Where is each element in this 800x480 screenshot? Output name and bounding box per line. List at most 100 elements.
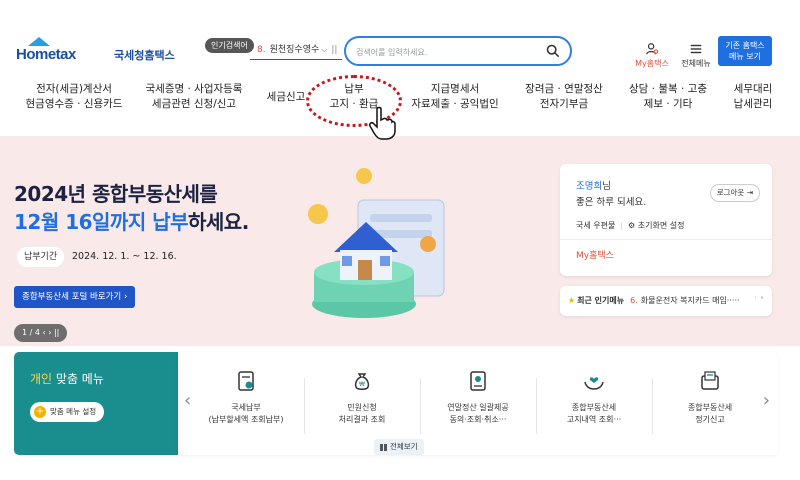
view-all-button[interactable]: 전체보기 <box>374 439 424 455</box>
document-check-icon <box>238 371 254 391</box>
hands-heart-icon <box>584 377 604 390</box>
popular-search-label: 인기검색어 <box>205 38 254 53</box>
personal-menu-panel: 개인 맞춤 메뉴 + 맞춤 메뉴 설정 <box>14 352 178 455</box>
nav-item-incentives[interactable]: 장려금 · 연말정산 전자기부금 <box>516 82 612 112</box>
hand-pointer-icon <box>369 106 396 140</box>
payment-period-tag: 납부기간 <box>16 246 66 268</box>
all-menu-label: 전체메뉴 <box>681 59 711 68</box>
logout-button[interactable]: 로그아웃 ⇥ <box>709 184 760 202</box>
banner-pager[interactable]: 1 / 4 ‹ › || <box>14 324 68 342</box>
nav-item-line1: 국세증명 · 사업자등록 <box>145 83 243 95</box>
search-input[interactable] <box>356 44 536 60</box>
nav-item-e-invoice[interactable]: 전자(세금)계산서 현금영수증 · 신용카드 <box>18 82 130 112</box>
divider <box>536 378 537 434</box>
hero-title-rest: 하세요. <box>188 210 249 234</box>
view-all-label: 전체보기 <box>390 442 418 451</box>
grid-icon <box>380 443 387 451</box>
user-links-row: 국세 우편물 | ⚙ 초기화면 설정 <box>576 220 684 231</box>
my-hometax-link[interactable]: My홈택스 <box>576 248 614 261</box>
divider <box>304 378 305 434</box>
personal-menu-item[interactable]: ₩ 민원신청 처리결과 조회 <box>306 370 418 426</box>
nav-item-line1: 장려금 · 연말정산 <box>525 83 603 95</box>
folder-document-icon <box>701 371 719 390</box>
nav-item-line2: 자료제출 · 공익법인 <box>411 98 499 110</box>
menu-item-line2: (납부할세액 조회납부) <box>208 415 284 424</box>
recent-popular-rank: 6. <box>630 296 638 305</box>
nav-item-line2: 납세관리 <box>733 98 773 110</box>
all-menu-button[interactable]: 전체메뉴 <box>678 42 714 69</box>
logo-mark: Hometax <box>16 36 112 66</box>
hero-title-line1: 2024년 종합부동산세를 <box>14 182 218 206</box>
menu-item-line2: 고지내역 조회··· <box>566 415 622 424</box>
menu-item-line1: 민원신청 <box>347 403 377 412</box>
initial-settings-link[interactable]: ⚙ 초기화면 설정 <box>628 221 684 230</box>
chevron-down-icon[interactable]: ⌵ <box>321 45 327 54</box>
document-stamp-icon <box>470 371 486 391</box>
popular-search-text: 원천징수영수 <box>269 45 320 55</box>
star-icon: ★ <box>568 296 576 305</box>
user-info-card: 조명희님 좋은 하루 되세요. 로그아웃 ⇥ 국세 우편물 | ⚙ 초기화면 설정 … <box>560 164 772 276</box>
personal-menu-setting-label: 맞춤 메뉴 설정 <box>50 407 97 416</box>
nav-item-consultation[interactable]: 상담 · 불복 · 고충 제보 · 기타 <box>622 82 714 112</box>
payment-period-value: 2024. 12. 1. ~ 12. 16. <box>72 251 177 262</box>
logo-subtitle: 국세청홈택스 <box>114 49 175 62</box>
divider <box>652 378 653 434</box>
personal-menu-list: ‹ › 국세납부 (납부할세액 조회납부) ₩ 민원신청 처리결과 조회 연말정… <box>178 352 778 455</box>
nav-item-line2: 현금영수증 · 신용카드 <box>25 98 123 110</box>
recent-popular-text: 화물운전자 복지카드 매입····· <box>640 296 740 305</box>
personal-menu-item[interactable]: 종합부동산세 고지내역 조회··· <box>538 370 650 426</box>
card-divider <box>560 239 772 240</box>
hero-title-accent: 12월 16일까지 납부 <box>14 210 189 234</box>
user-name: 조명희 <box>576 181 603 192</box>
logo-word: Hometax <box>16 46 76 63</box>
svg-text:₩: ₩ <box>359 381 365 388</box>
user-name-suffix: 님 <box>602 181 611 192</box>
divider <box>420 378 421 434</box>
recent-popular-menu-bar[interactable]: ★ 최근 인기메뉴 6. 화물운전자 복지카드 매입····· ˙ ˅ <box>560 286 772 316</box>
user-greeting: 좋은 하루 되세요. <box>576 197 647 208</box>
classic-menu-line1: 기존 홈택스 <box>725 41 765 50</box>
my-hometax-label: My홈택스 <box>635 59 669 68</box>
personal-menu-title: 개인 맞춤 메뉴 <box>30 370 104 387</box>
nav-item-line1: 상담 · 불복 · 고충 <box>629 83 707 95</box>
menu-item-line2: 처리결과 조회 <box>338 415 386 424</box>
menu-item-line1: 연말정산 일괄제공 <box>447 403 509 412</box>
hero-title-line2: 12월 16일까지 납부하세요. <box>14 206 249 235</box>
personal-menu-item[interactable]: 종합부동산세 정기신고 <box>654 370 766 426</box>
nav-item-certificates[interactable]: 국세증명 · 사업자등록 세금관련 신청/신고 <box>138 82 250 112</box>
pause-icon[interactable]: || <box>331 45 337 55</box>
hero-banner: 2024년 종합부동산세를 12월 16일까지 납부하세요. 납부기간 2024… <box>0 136 800 346</box>
nav-item-line2: 세금관련 신청/신고 <box>151 98 237 110</box>
search-icon[interactable] <box>546 44 560 58</box>
personal-menu-item[interactable]: 국세납부 (납부할세액 조회납부) <box>190 370 302 426</box>
personal-menu-title-accent: 개인 <box>30 372 53 386</box>
mailbox-link[interactable]: 국세 우편물 <box>576 221 615 230</box>
recent-popular-label: 최근 인기메뉴 <box>577 296 625 305</box>
plus-icon: + <box>34 406 46 418</box>
popular-search-rank: 8. <box>257 45 266 55</box>
personal-menu-setting-button[interactable]: + 맞춤 메뉴 설정 <box>30 402 105 422</box>
menu-item-line2: 동의·조회·취소··· <box>449 415 507 424</box>
divider: | <box>620 221 624 230</box>
user-icon <box>646 43 659 55</box>
house-logo-icon <box>28 37 50 46</box>
nav-item-line2: 제보 · 기타 <box>643 98 693 110</box>
menu-item-line2: 정기신고 <box>695 415 725 424</box>
search-bar <box>344 36 572 66</box>
nav-item-line1: 세무대리 <box>733 83 773 95</box>
nav-item-payment-statement[interactable]: 지급명세서 자료제출 · 공익법인 <box>402 82 508 112</box>
money-bag-icon: ₩ <box>354 373 370 390</box>
my-hometax-button[interactable]: My홈택스 <box>634 42 670 69</box>
nav-item-line1: 지급명세서 <box>430 83 480 95</box>
nav-item-tax-agent[interactable]: 세무대리 납세관리 <box>722 82 784 112</box>
property-tax-portal-button[interactable]: 종합부동산세 포털 바로가기 › <box>14 286 136 308</box>
hometax-logo[interactable]: Hometax 국세청홈택스 <box>16 36 175 66</box>
classic-menu-button[interactable]: 기존 홈택스 메뉴 보기 <box>718 36 772 66</box>
chevron-down-icon[interactable]: ˙ ˅ <box>753 286 764 316</box>
nav-item-line2: 전자기부금 <box>539 98 589 110</box>
popular-underline <box>250 59 342 60</box>
personal-menu-title-rest: 맞춤 메뉴 <box>52 372 104 386</box>
personal-menu-item[interactable]: 연말정산 일괄제공 동의·조회·취소··· <box>422 370 534 426</box>
menu-item-line1: 종합부동산세 <box>687 403 733 412</box>
popular-search-item[interactable]: 8. 원천징수영수 ⌵ || <box>257 42 337 55</box>
